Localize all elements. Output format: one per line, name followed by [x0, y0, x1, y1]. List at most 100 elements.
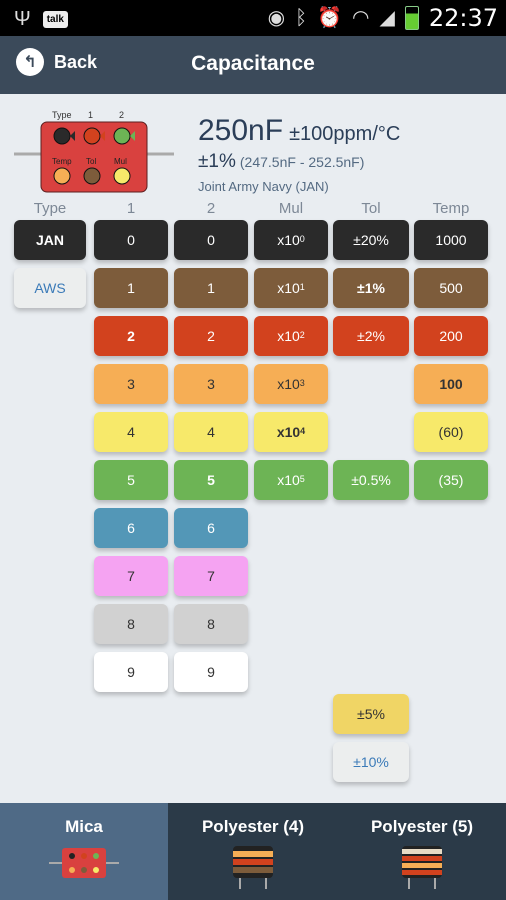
tol-chip-black[interactable]: ±20%: [333, 220, 409, 260]
tolerance-line: ±1% (247.5nF - 252.5nF): [198, 151, 364, 173]
tab-mica[interactable]: Mica: [0, 803, 168, 900]
chip-label: JAN: [35, 232, 64, 248]
type-chip-black[interactable]: JAN: [14, 220, 86, 260]
temp-chip-yellow[interactable]: (60): [414, 412, 488, 452]
chip-label: (60): [438, 424, 464, 440]
column-header-digit2: 2: [206, 200, 216, 217]
mul-exponent: 3: [299, 378, 305, 388]
column-header-digit1: 1: [126, 200, 136, 217]
digit1-chip-red[interactable]: 2: [94, 316, 168, 356]
chip-label: 500: [439, 280, 463, 296]
digit1-chip-brown[interactable]: 1: [94, 268, 168, 308]
chip-label: 6: [127, 520, 135, 536]
mul-dot: [113, 167, 131, 185]
mul-exponent: 1: [299, 282, 305, 292]
tab-label-mica: Mica: [65, 817, 103, 836]
chip-label: 0: [207, 232, 215, 248]
tolerance-value: ±1%: [198, 151, 236, 172]
chip-label: ±20%: [353, 232, 389, 248]
chip-label: 3: [207, 376, 215, 392]
chip-label: 100: [439, 376, 463, 392]
status-bar: Ψ talk ◉ ᛒ ⏰ ◠ ◢ 22:37: [0, 0, 506, 36]
temp-chip-black[interactable]: 1000: [414, 220, 488, 260]
digit2-chip-white[interactable]: 9: [174, 652, 248, 692]
digit2-chip-green[interactable]: 5: [174, 460, 248, 500]
chip-label: ±10%: [353, 754, 389, 770]
chip-label: 200: [439, 328, 463, 344]
mul-base: x10: [277, 232, 300, 248]
eye-icon: ◉: [267, 7, 286, 29]
chip-label: 1: [127, 280, 135, 296]
tol-chip-green[interactable]: ±0.5%: [333, 460, 409, 500]
bottom-nav: Mica Polyester (4) Polyester (5): [0, 803, 506, 900]
standard-label: Joint Army Navy (JAN): [198, 179, 329, 194]
digit2-chip-grey[interactable]: 8: [174, 604, 248, 644]
mul-base: x10: [277, 328, 300, 344]
digit1-chip-blue[interactable]: 6: [94, 508, 168, 548]
digit1-chip-grey[interactable]: 8: [94, 604, 168, 644]
chip-label: 7: [127, 568, 135, 584]
mul-chip-red[interactable]: x10 2: [254, 316, 328, 356]
chip-label: (35): [438, 472, 464, 488]
column-header-temp: Temp: [432, 200, 470, 217]
digit2-chip-brown[interactable]: 1: [174, 268, 248, 308]
temp-dot: [53, 167, 71, 185]
chip-label: 2: [127, 328, 135, 344]
tab-polyester-4[interactable]: Polyester (4): [169, 803, 337, 900]
mul-chip-green[interactable]: x10 5: [254, 460, 328, 500]
clock: 22:37: [428, 4, 498, 32]
type-chip-silver[interactable]: AWS: [14, 268, 86, 308]
mul-chip-black[interactable]: x10 0: [254, 220, 328, 260]
digit1-chip-yellow[interactable]: 4: [94, 412, 168, 452]
type-dot: [53, 127, 71, 145]
temp-chip-orange[interactable]: 100: [414, 364, 488, 404]
digit2-chip-yellow[interactable]: 4: [174, 412, 248, 452]
mul-exponent: 4: [300, 426, 306, 436]
digit1-chip-white[interactable]: 9: [94, 652, 168, 692]
mul-exponent: 5: [299, 474, 305, 484]
capacitor-diagram: Type 1 2 Temp Tol Mul: [14, 110, 174, 193]
diagram-temp-label: Temp: [52, 157, 72, 166]
chip-label: ±2%: [357, 328, 385, 344]
temp-chip-brown[interactable]: 500: [414, 268, 488, 308]
mul-chip-orange[interactable]: x10 3: [254, 364, 328, 404]
tol-chip-gold[interactable]: ±5%: [333, 694, 409, 734]
mul-base: x10: [277, 376, 300, 392]
temp-chip-green[interactable]: (35): [414, 460, 488, 500]
chip-label: 6: [207, 520, 215, 536]
chip-label: ±1%: [357, 280, 385, 296]
digit2-chip-blue[interactable]: 6: [174, 508, 248, 548]
mul-chip-yellow[interactable]: x10 4: [254, 412, 328, 452]
column-header-mul: Mul: [278, 200, 304, 217]
signal-icon: ◢: [379, 7, 395, 29]
chip-label: 8: [127, 616, 135, 632]
tol-chip-red[interactable]: ±2%: [333, 316, 409, 356]
battery-icon: [404, 6, 419, 30]
chip-label: 2: [207, 328, 215, 344]
chip-label: 3: [127, 376, 135, 392]
digit1-chip-green[interactable]: 5: [94, 460, 168, 500]
diagram-digit1-label: 1: [88, 110, 93, 120]
app-header: ↰ Back Capacitance: [0, 36, 506, 94]
tab-polyester-5[interactable]: Polyester (5): [338, 803, 506, 900]
talk-icon: talk: [42, 10, 68, 28]
digit1-chip-black[interactable]: 0: [94, 220, 168, 260]
diagram-mul-label: Mul: [114, 157, 127, 166]
digit2-chip-violet[interactable]: 7: [174, 556, 248, 596]
digit1-chip-violet[interactable]: 7: [94, 556, 168, 596]
tol-chip-brown[interactable]: ±1%: [333, 268, 409, 308]
tol-chip-silver[interactable]: ±10%: [333, 742, 409, 782]
digit1-chip-orange[interactable]: 3: [94, 364, 168, 404]
temp-chip-red[interactable]: 200: [414, 316, 488, 356]
digit2-chip-orange[interactable]: 3: [174, 364, 248, 404]
digit2-chip-red[interactable]: 2: [174, 316, 248, 356]
polyester-4-capacitor-icon: [233, 846, 273, 889]
chip-label: ±0.5%: [351, 472, 391, 488]
tab-label-polyester-5: Polyester (5): [370, 817, 474, 836]
mul-exponent: 2: [299, 330, 305, 340]
mul-exponent: 0: [299, 234, 305, 244]
mul-chip-brown[interactable]: x10 1: [254, 268, 328, 308]
mul-base: x10: [277, 472, 300, 488]
bluetooth-icon: ᛒ: [295, 7, 308, 29]
digit2-chip-black[interactable]: 0: [174, 220, 248, 260]
